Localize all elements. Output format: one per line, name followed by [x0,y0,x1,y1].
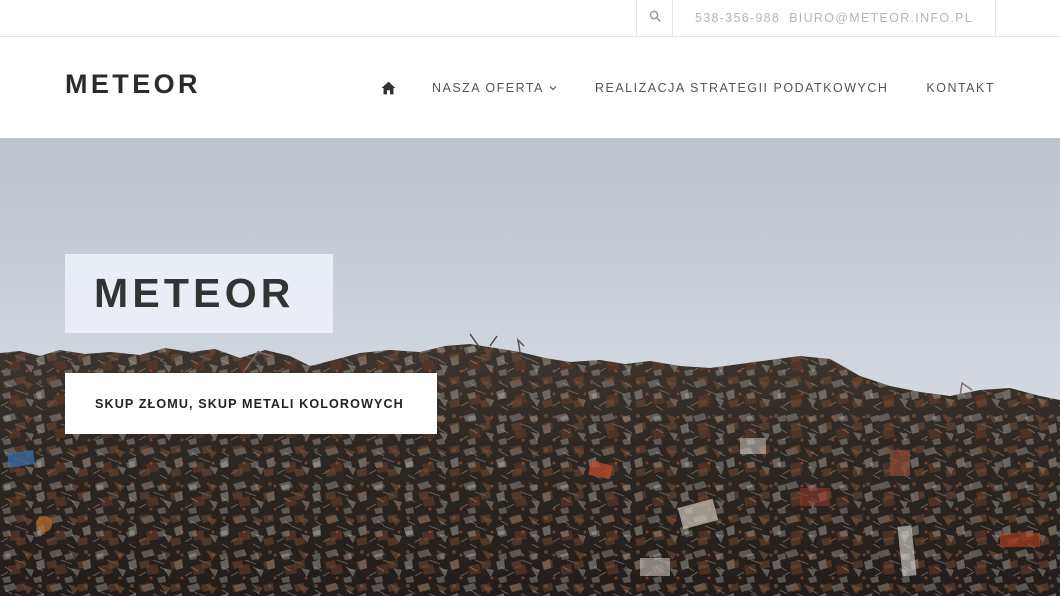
hero-subtitle: SKUP ZŁOMU, SKUP METALI KOLOROWYCH [95,396,404,411]
nav-item-label: NASZA OFERTA [431,80,544,95]
top-bar: 538-356-988 BIURO@METEOR.INFO.PL [0,0,1060,37]
nav-item-label: KONTAKT [926,80,995,95]
site-header: METEOR NASZA OFERTA REALIZACJA STRATEGII… [0,37,1060,138]
hero-title: METEOR [94,270,295,316]
phone-link[interactable]: 538-356-988 [695,11,780,25]
email-link[interactable]: BIURO@METEOR.INFO.PL [789,11,973,25]
home-icon[interactable] [381,80,397,96]
contact-info: 538-356-988 BIURO@METEOR.INFO.PL [673,0,996,36]
search-icon [649,9,661,27]
nav-item-kontakt[interactable]: KONTAKT [926,81,995,95]
hero-banner: METEOR SKUP ZŁOMU, SKUP METALI KOLOROWYC… [0,138,1060,596]
site-logo[interactable]: METEOR [65,69,201,100]
nav-item-nasza-oferta[interactable]: NASZA OFERTA [432,81,557,95]
nav-item-label: REALIZACJA STRATEGII PODATKOWYCH [594,80,889,95]
search-button[interactable] [636,0,673,36]
scrap-pile-image [0,333,1060,596]
main-nav: NASZA OFERTA REALIZACJA STRATEGII PODATK… [381,37,995,138]
nav-item-realizacja[interactable]: REALIZACJA STRATEGII PODATKOWYCH [595,81,888,95]
hero-title-box: METEOR [65,254,333,333]
hero-subtitle-box: SKUP ZŁOMU, SKUP METALI KOLOROWYCH [65,373,437,434]
chevron-down-icon [549,85,557,91]
